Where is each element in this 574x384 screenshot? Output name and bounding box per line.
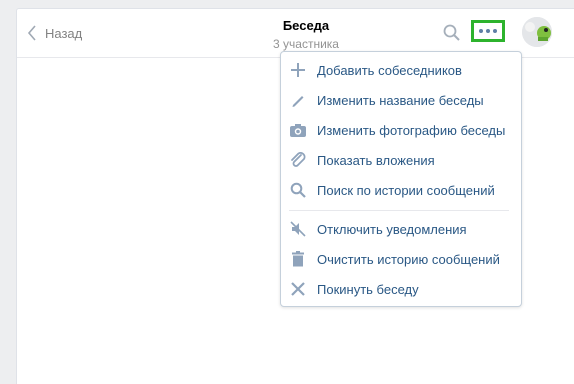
menu-item-rename-chat[interactable]: Изменить название беседы — [281, 85, 521, 115]
menu-item-label: Очистить историю сообщений — [317, 251, 500, 267]
back-label: Назад — [45, 25, 83, 41]
menu-item-label: Покинуть беседу — [317, 281, 419, 297]
menu-item-search-history[interactable]: Поиск по истории сообщений — [281, 175, 521, 205]
menu-item-label: Добавить собеседников — [317, 62, 462, 78]
participants-count: 3 участника — [273, 37, 339, 51]
chat-avatar[interactable] — [522, 17, 552, 47]
menu-item-label: Поиск по истории сообщений — [317, 182, 495, 198]
menu-item-change-photo[interactable]: Изменить фотографию беседы — [281, 115, 521, 145]
menu-item-leave-chat[interactable]: Покинуть беседу — [281, 274, 521, 304]
actions-dropdown-menu: Добавить собеседников Изменить название … — [280, 51, 522, 307]
menu-item-clear-history[interactable]: Очистить историю сообщений — [281, 244, 521, 274]
plus-icon — [289, 61, 307, 79]
camera-icon — [289, 121, 307, 139]
menu-divider — [289, 210, 509, 211]
menu-item-label: Отключить уведомления — [317, 221, 467, 237]
search-button[interactable] — [442, 23, 462, 43]
menu-item-show-attachments[interactable]: Показать вложения — [281, 145, 521, 175]
trash-icon — [289, 250, 307, 268]
chevron-left-icon — [27, 25, 36, 41]
back-button[interactable]: Назад — [27, 23, 82, 43]
more-dot-icon — [479, 29, 483, 33]
page-title: Беседа — [282, 18, 330, 33]
chat-title-block[interactable]: Беседа 3 участника — [217, 18, 395, 52]
menu-item-label: Изменить фотографию беседы — [317, 122, 506, 138]
more-dot-icon — [493, 29, 497, 33]
close-icon — [289, 280, 307, 298]
menu-item-mute-notifications[interactable]: Отключить уведомления — [281, 214, 521, 244]
search-icon — [289, 181, 307, 199]
paperclip-icon — [289, 151, 307, 169]
pencil-icon — [289, 91, 307, 109]
mute-icon — [289, 220, 307, 238]
menu-item-add-participants[interactable]: Добавить собеседников — [281, 55, 521, 85]
menu-item-label: Показать вложения — [317, 152, 435, 168]
menu-item-label: Изменить название беседы — [317, 92, 484, 108]
avatar-image-icon — [522, 17, 552, 47]
search-icon — [443, 24, 460, 41]
more-actions-button[interactable] — [471, 20, 505, 42]
more-dot-icon — [486, 29, 490, 33]
